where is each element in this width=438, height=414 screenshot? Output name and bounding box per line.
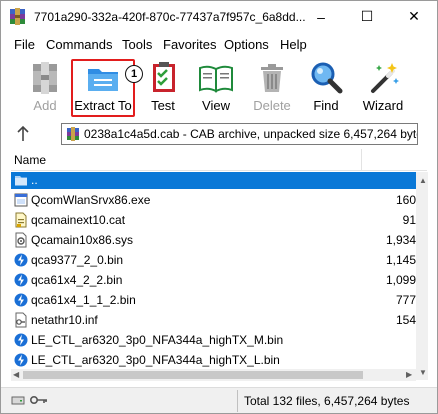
address-bar: 0238a1c4a5d.cab - CAB archive, unpacked … xyxy=(1,121,437,147)
archive-icon xyxy=(67,127,79,141)
file-list: .. QcomWlanSrvx86.exe 160 qcamainext10.cat 9… xyxy=(11,172,416,369)
column-divider[interactable] xyxy=(361,149,362,171)
view-label: View xyxy=(202,98,230,113)
bin-icon xyxy=(14,352,28,368)
file-name: qca61x4_1_1_2.bin xyxy=(31,293,136,307)
sys-icon xyxy=(14,232,28,248)
column-name-header[interactable]: Name xyxy=(14,153,46,167)
scroll-up-icon[interactable]: ▲ xyxy=(419,176,427,185)
window-title: 7701a290-332a-420f-870c-77437a7f957c_6a8… xyxy=(34,10,306,24)
file-row[interactable]: Qcamain10x86.sys 1,934 xyxy=(11,231,416,249)
file-name: LE_CTL_ar6320_3p0_NFA344a_highTX_L.bin xyxy=(31,353,280,367)
file-row[interactable]: netathr10.inf 154 xyxy=(11,311,416,329)
file-size: 1,099 xyxy=(385,273,416,287)
winrar-app-icon xyxy=(10,8,25,25)
horizontal-scrollbar[interactable]: ◀ ▶ xyxy=(11,369,416,381)
exe-icon xyxy=(14,192,28,208)
extract-to-highlight xyxy=(71,59,135,117)
menu-favorites[interactable]: Favorites xyxy=(163,37,216,52)
menu-options[interactable]: Options xyxy=(224,37,269,52)
file-name: qcamainext10.cat xyxy=(31,213,126,227)
menu-help[interactable]: Help xyxy=(280,37,307,52)
file-row[interactable]: QcomWlanSrvx86.exe 160 xyxy=(11,191,416,209)
toolbar: Add Extract To Test View Delete Find Wiz… xyxy=(1,57,437,117)
file-name: Qcamain10x86.sys xyxy=(31,233,134,247)
scroll-right-icon[interactable]: ▶ xyxy=(406,370,412,379)
archive-path-text: 0238a1c4a5d.cab - CAB archive, unpacked … xyxy=(84,127,418,141)
cat-icon xyxy=(14,212,28,228)
title-bar: 7701a290-332a-420f-870c-77437a7f957c_6a8… xyxy=(1,1,437,32)
delete-label: Delete xyxy=(253,98,291,113)
menu-tools[interactable]: Tools xyxy=(122,37,152,52)
file-name: qca9377_2_0.bin xyxy=(31,253,124,267)
file-name: .. xyxy=(31,173,38,187)
bin-icon xyxy=(14,332,28,348)
maximize-button[interactable]: ☐ xyxy=(344,1,390,32)
file-name: LE_CTL_ar6320_3p0_NFA344a_highTX_M.bin xyxy=(31,333,284,347)
folder-up-icon xyxy=(14,172,28,188)
maximize-icon: ☐ xyxy=(360,8,374,24)
test-checklist-icon xyxy=(153,62,175,92)
file-size: 777 xyxy=(395,293,416,307)
horizontal-scroll-thumb[interactable] xyxy=(23,371,363,379)
file-row[interactable]: qca9377_2_0.bin 1,145 xyxy=(11,251,416,269)
bin-icon xyxy=(14,252,28,268)
file-name: netathr10.inf xyxy=(31,313,98,327)
step-badge: 1 xyxy=(125,65,143,83)
file-size: 91 xyxy=(402,213,416,227)
minimize-button[interactable]: – xyxy=(298,1,344,32)
minimize-icon: – xyxy=(317,8,325,25)
view-button[interactable]: View xyxy=(194,57,238,115)
vertical-scrollbar[interactable]: ▲ ▼ xyxy=(416,172,428,380)
file-row[interactable]: qca61x4_1_1_2.bin 777 xyxy=(11,291,416,309)
bin-icon xyxy=(14,272,28,288)
file-size: 154 xyxy=(395,313,416,327)
trash-icon xyxy=(261,64,283,92)
scroll-left-icon[interactable]: ◀ xyxy=(13,370,19,379)
file-row[interactable]: LE_CTL_ar6320_3p0_NFA344a_highTX_L.bin xyxy=(11,351,416,369)
inf-icon xyxy=(14,312,28,328)
column-header: Name xyxy=(11,149,427,171)
parent-folder-row[interactable]: .. xyxy=(11,172,416,189)
up-arrow-icon[interactable] xyxy=(15,125,31,143)
menu-commands[interactable]: Commands xyxy=(46,37,112,52)
status-bar: Total 132 files, 6,457,264 bytes xyxy=(1,387,437,413)
file-row[interactable]: LE_CTL_ar6320_3p0_NFA344a_highTX_M.bin xyxy=(11,331,416,349)
wizard-label: Wizard xyxy=(362,98,404,113)
archive-path-field[interactable]: 0238a1c4a5d.cab - CAB archive, unpacked … xyxy=(61,123,418,145)
status-divider xyxy=(237,390,238,412)
file-row[interactable]: qca61x4_2_2.bin 1,099 xyxy=(11,271,416,289)
find-button[interactable]: Find xyxy=(304,57,348,115)
file-size: 1,145 xyxy=(385,253,416,267)
file-name: QcomWlanSrvx86.exe xyxy=(31,193,151,207)
key-icon[interactable] xyxy=(30,395,48,405)
close-icon: ✕ xyxy=(408,8,420,24)
scroll-down-icon[interactable]: ▼ xyxy=(419,368,427,377)
add-button[interactable]: Add xyxy=(23,57,67,115)
file-size: 1,934 xyxy=(385,233,416,247)
file-name: qca61x4_2_2.bin xyxy=(31,273,123,287)
magnifier-icon xyxy=(311,62,343,94)
delete-button[interactable]: Delete xyxy=(250,57,294,115)
status-text: Total 132 files, 6,457,264 bytes xyxy=(244,394,410,408)
menu-file[interactable]: File xyxy=(14,37,35,52)
menu-bar: File Commands Tools Favorites Options He… xyxy=(1,35,437,55)
test-label: Test xyxy=(151,98,175,113)
wizard-button[interactable]: Wizard xyxy=(361,57,405,115)
file-size: 160 xyxy=(395,193,416,207)
add-label: Add xyxy=(33,98,57,113)
close-button[interactable]: ✕ xyxy=(391,1,437,32)
drive-icon[interactable] xyxy=(11,394,25,406)
winrar-window: 7701a290-332a-420f-870c-77437a7f957c_6a8… xyxy=(0,0,438,414)
bin-icon xyxy=(14,292,28,308)
add-archive-icon xyxy=(33,62,57,94)
magic-wand-icon xyxy=(371,63,399,93)
view-book-icon xyxy=(199,65,233,93)
find-label: Find xyxy=(313,98,339,113)
test-button[interactable]: Test xyxy=(141,57,185,115)
file-row[interactable]: qcamainext10.cat 91 xyxy=(11,211,416,229)
